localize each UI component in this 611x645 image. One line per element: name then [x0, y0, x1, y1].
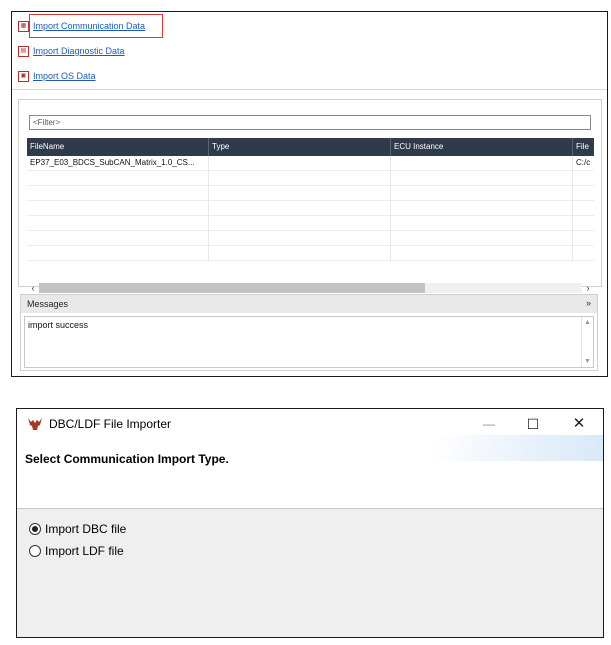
message-text: import success	[28, 320, 89, 330]
close-icon[interactable]: ✕	[559, 412, 599, 436]
import-os-link[interactable]: ▣ Import OS Data	[18, 68, 96, 84]
option-dbc-label[interactable]: Import DBC file	[45, 522, 126, 536]
file-importer-dialog: DBC/LDF File Importer — ☐ ✕ Select Commu…	[16, 408, 604, 638]
table-row-empty	[27, 171, 594, 186]
file-table: FileName Type ECU Instance File EP37_E03…	[27, 138, 594, 268]
radio-dbc[interactable]	[29, 523, 41, 535]
table-row-empty	[27, 216, 594, 231]
import-communication-link[interactable]: ▦ Import Communication Data	[18, 18, 145, 34]
import-panel: ▦ Import Communication Data ▤ Import Dia…	[11, 11, 608, 377]
filter-input[interactable]: <Filter>	[29, 115, 591, 130]
import-os-label[interactable]: Import OS Data	[33, 71, 96, 81]
import-communication-label[interactable]: Import Communication Data	[33, 21, 145, 31]
column-file[interactable]: File	[573, 138, 594, 156]
table-row-empty	[27, 186, 594, 201]
separator	[12, 89, 607, 90]
cell-filename: EP37_E03_BDCS_SubCAN_Matrix_1.0_CS...	[27, 156, 209, 171]
cell-type	[209, 156, 391, 171]
table-row-empty	[27, 246, 594, 261]
file-table-area: <Filter> FileName Type ECU Instance File…	[18, 99, 602, 293]
scroll-track[interactable]	[39, 283, 582, 293]
table-row[interactable]: EP37_E03_BDCS_SubCAN_Matrix_1.0_CS... C:…	[27, 156, 594, 171]
radio-ldf[interactable]	[29, 545, 41, 557]
scroll-down-icon[interactable]: ▼	[582, 358, 593, 365]
dialog-heading: Select Communication Import Type.	[25, 452, 229, 466]
scroll-left-icon[interactable]: ‹	[27, 282, 39, 294]
vertical-scrollbar[interactable]: ▲ ▼	[581, 317, 593, 367]
column-filename[interactable]: FileName	[27, 138, 209, 156]
communication-data-icon: ▦	[18, 20, 29, 32]
horizontal-scrollbar[interactable]: ‹ ›	[27, 282, 594, 294]
cell-ecu-instance	[391, 156, 573, 171]
scroll-thumb[interactable]	[39, 283, 425, 293]
collapse-icon[interactable]: »	[586, 298, 591, 308]
messages-title: Messages	[27, 299, 69, 309]
import-diagnostic-label[interactable]: Import Diagnostic Data	[33, 46, 125, 56]
os-data-icon: ▣	[18, 70, 29, 82]
scroll-up-icon[interactable]: ▲	[582, 319, 593, 326]
import-diagnostic-link[interactable]: ▤ Import Diagnostic Data	[18, 43, 125, 59]
messages-panel: Messages » import success ▲ ▼	[20, 294, 598, 371]
title-bar[interactable]: DBC/LDF File Importer — ☐ ✕	[17, 409, 603, 439]
bull-logo-icon	[28, 418, 42, 430]
diagnostic-data-icon: ▤	[18, 45, 29, 57]
maximize-icon[interactable]: ☐	[513, 412, 553, 436]
messages-header: Messages »	[21, 295, 597, 313]
scroll-right-icon[interactable]: ›	[582, 282, 594, 294]
option-import-dbc[interactable]: Import DBC file	[29, 522, 126, 536]
cell-file: C:/c	[576, 158, 591, 167]
table-row-empty	[27, 201, 594, 216]
messages-textarea[interactable]: import success ▲ ▼	[24, 316, 594, 368]
table-row-empty	[27, 231, 594, 246]
column-ecu-instance[interactable]: ECU Instance	[391, 138, 573, 156]
option-ldf-label[interactable]: Import LDF file	[45, 544, 124, 558]
dialog-body: Import DBC file Import LDF file	[17, 509, 603, 637]
minimize-icon[interactable]: —	[469, 412, 509, 436]
option-import-ldf[interactable]: Import LDF file	[29, 544, 124, 558]
window-title: DBC/LDF File Importer	[49, 417, 172, 431]
column-type[interactable]: Type	[209, 138, 391, 156]
table-header: FileName Type ECU Instance File	[27, 138, 594, 156]
table-body: EP37_E03_BDCS_SubCAN_Matrix_1.0_CS... C:…	[27, 156, 594, 261]
